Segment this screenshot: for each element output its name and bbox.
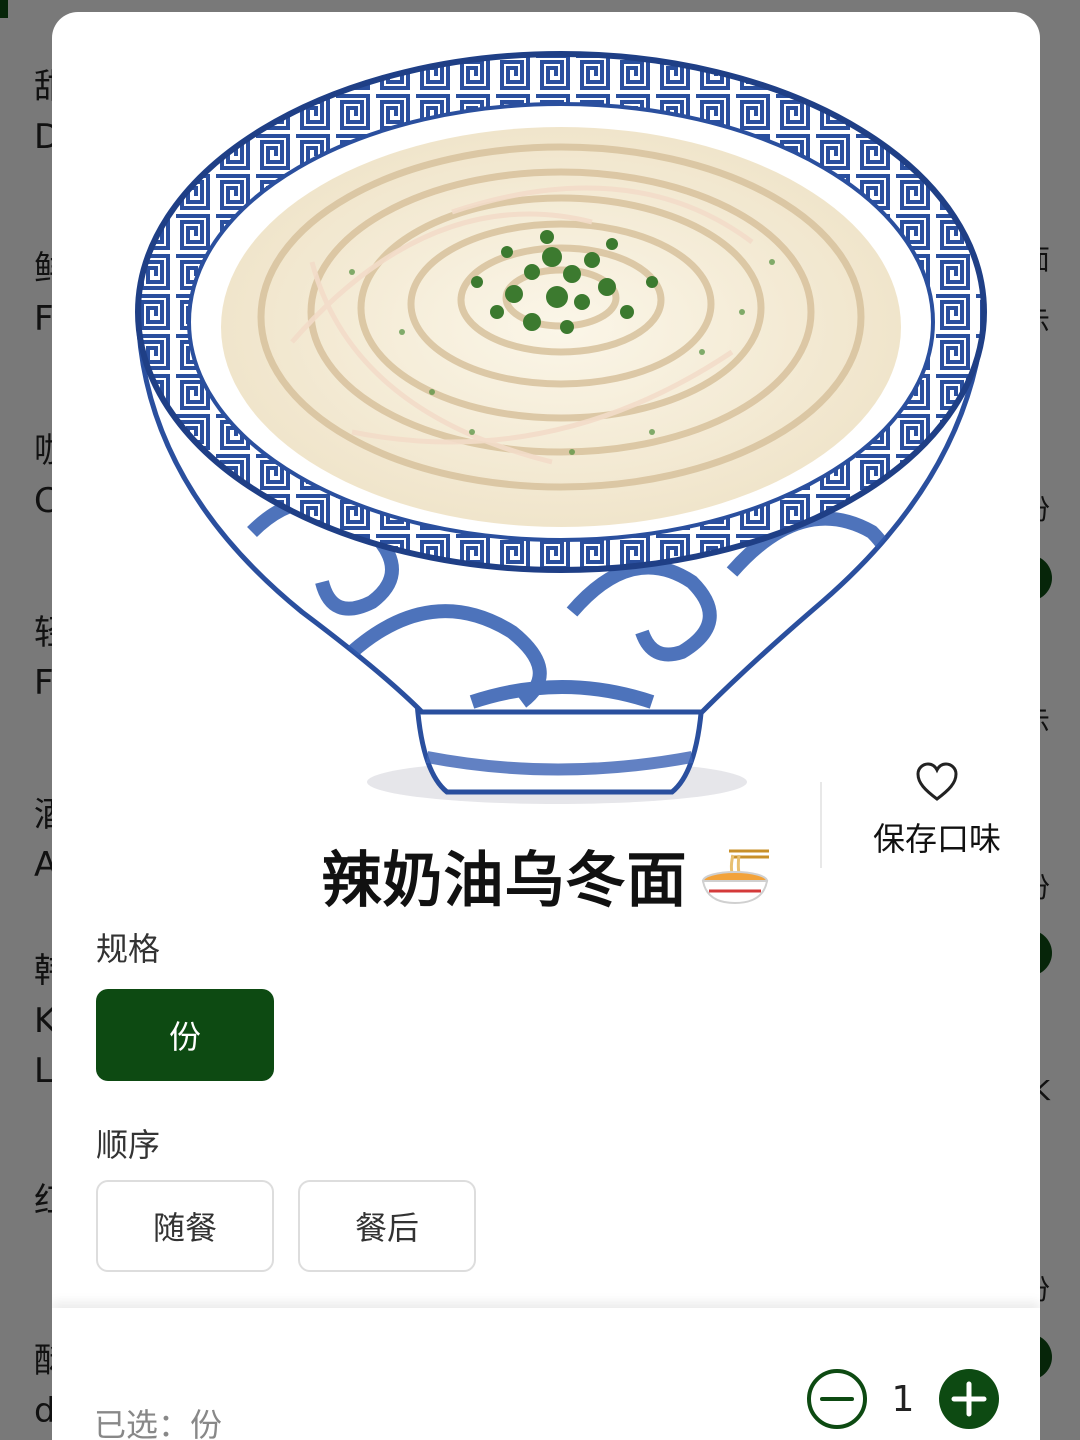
spec-option-portion[interactable]: 份 — [96, 989, 274, 1081]
dish-title-row: 辣奶油乌冬面 — [52, 832, 1040, 919]
dish-detail-sheet: 保存口味 辣奶油乌冬面 规格 份 顺序 随餐 餐后 已选：份 1 — [52, 12, 1040, 1440]
sheet-footer: 已选：份 1 — [52, 1308, 1040, 1440]
spec-section-label: 规格 — [96, 930, 161, 968]
increase-quantity-button[interactable] — [938, 1368, 1000, 1430]
order-section-label: 顺序 — [96, 1126, 161, 1164]
heart-outline-icon — [916, 762, 958, 801]
order-option-after-meal[interactable]: 餐后 — [298, 1180, 476, 1272]
quantity-value: 1 — [891, 1378, 915, 1420]
order-option-with-meal[interactable]: 随餐 — [96, 1180, 274, 1272]
selected-summary: 已选：份 — [94, 1406, 223, 1440]
quantity-stepper: 1 — [806, 1368, 1000, 1430]
decrease-quantity-button[interactable] — [806, 1368, 868, 1430]
noodle-bowl-icon — [701, 849, 769, 905]
dish-image — [135, 51, 987, 804]
dish-title: 辣奶油乌冬面 — [321, 846, 688, 916]
